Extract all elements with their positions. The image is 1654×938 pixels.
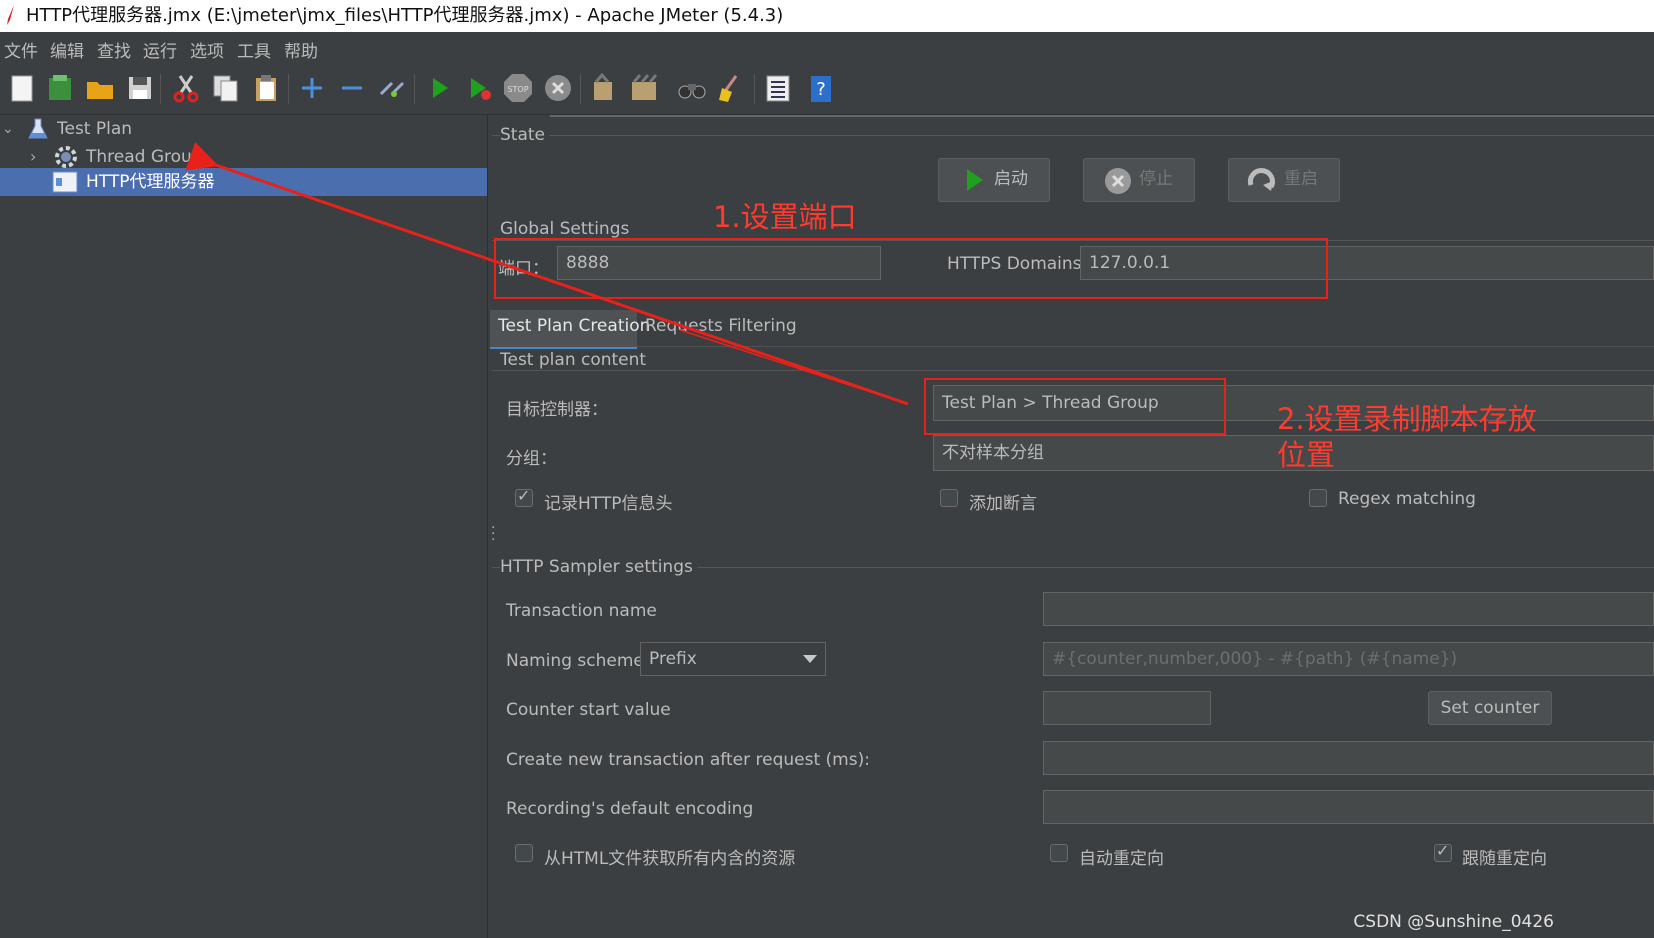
watermark: CSDN @Sunshine_0426 bbox=[1353, 912, 1554, 932]
annotation-arrow bbox=[185, 141, 909, 406]
